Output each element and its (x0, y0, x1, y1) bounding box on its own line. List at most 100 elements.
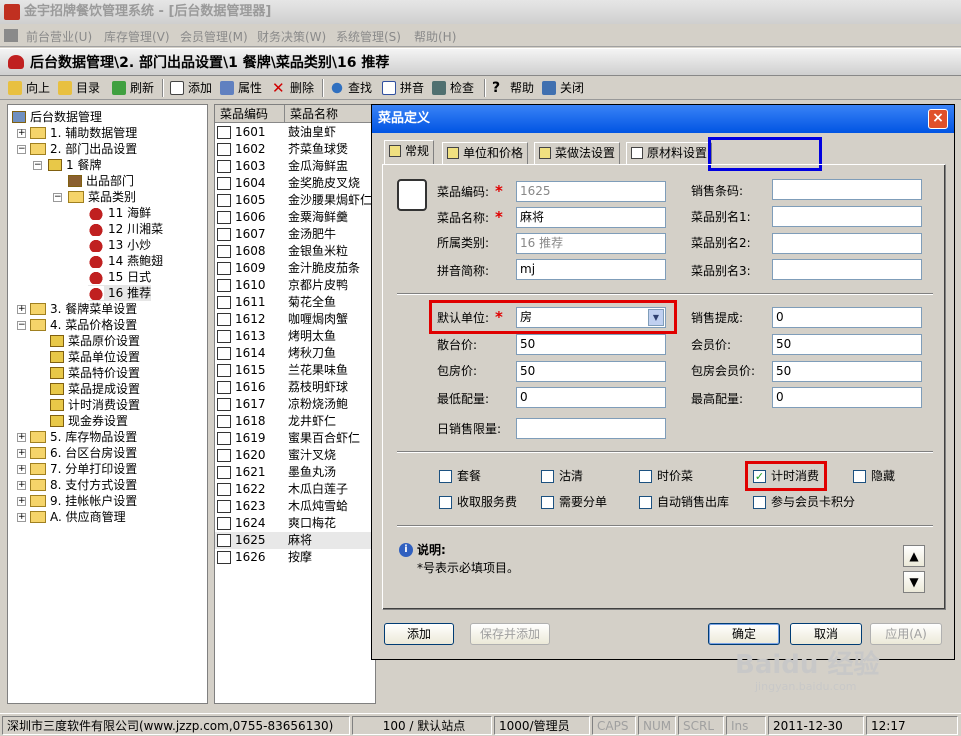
tree-item-commission[interactable]: 菜品提成设置 (50, 381, 140, 397)
list-item[interactable]: 1607 金汤肥牛 (215, 226, 375, 243)
tree-item-category-12[interactable]: 12 川湘菜 (88, 221, 163, 237)
tree-item-timed-consumption[interactable]: 计时消费设置 (50, 397, 140, 413)
list-item[interactable]: 1617 凉粉烧汤鲍 (215, 396, 375, 413)
tree-item-category-13[interactable]: 13 小炒 (88, 237, 151, 253)
list-item[interactable]: 1626 按摩 (215, 549, 375, 566)
expand-toggle[interactable]: + (17, 465, 26, 474)
tab-ingredients[interactable]: 原材料设置 (626, 142, 713, 164)
list-item[interactable]: 1620 蜜汁叉烧 (215, 447, 375, 464)
ok-button[interactable]: 确定 (708, 623, 780, 645)
list-item[interactable]: 1601 鼓油皇虾 (215, 124, 375, 141)
tab-general[interactable]: 常规 (384, 140, 435, 164)
collapse-toggle[interactable]: − (17, 321, 26, 330)
collapse-toggle[interactable]: − (33, 161, 42, 170)
list-item[interactable]: 1623 木瓜炖雪蛤 (215, 498, 375, 515)
commission-field[interactable]: 0 (772, 307, 922, 328)
apply-button[interactable]: 应用(A) (870, 623, 942, 645)
list-item[interactable]: 1619 蜜果百合虾仁 (215, 430, 375, 447)
menu-front-desk[interactable]: 前台营业(U) (26, 28, 92, 45)
code-field[interactable]: 1625 (516, 181, 666, 202)
auto-stock-out-checkbox[interactable]: 自动销售出库 (639, 495, 729, 511)
name-field[interactable]: 麻将 (516, 207, 666, 228)
daily-limit-field[interactable] (516, 418, 666, 439)
sold-out-checkbox[interactable]: 沽清 (541, 469, 583, 485)
menu-system[interactable]: 系统管理(S) (336, 28, 401, 45)
expand-toggle[interactable]: + (17, 305, 26, 314)
tree-item-stock[interactable]: 5. 库存物品设置 (30, 429, 137, 445)
list-item[interactable]: 1612 咖喱焗肉蟹 (215, 311, 375, 328)
find-button[interactable]: 查找 (328, 79, 372, 97)
list-item[interactable]: 1602 芥菜鱼球煲 (215, 141, 375, 158)
alias1-field[interactable] (772, 206, 922, 227)
list-item[interactable]: 1615 兰花果味鱼 (215, 362, 375, 379)
navigation-tree[interactable]: 后台数据管理 + 1. 辅助数据管理 − 2. 部门出品设置 − 1 餐牌 出品… (7, 104, 208, 704)
collapse-toggle[interactable]: − (53, 193, 62, 202)
tree-item-tables[interactable]: 6. 台区台房设置 (30, 445, 137, 461)
directory-button[interactable]: 目录 (56, 79, 100, 97)
member-points-checkbox[interactable]: 参与会员卡积分 (753, 495, 855, 511)
tree-item-menu-settings[interactable]: 3. 餐牌菜单设置 (30, 301, 137, 317)
expand-toggle[interactable]: + (17, 449, 26, 458)
market-price-checkbox[interactable]: 时价菜 (639, 469, 693, 485)
up-button[interactable]: 向上 (6, 79, 50, 97)
tree-item-dish-category[interactable]: 菜品类别 (68, 189, 136, 205)
list-item[interactable]: 1614 烤秋刀鱼 (215, 345, 375, 362)
list-item[interactable]: 1611 菊花全鱼 (215, 294, 375, 311)
expand-toggle[interactable]: + (17, 129, 26, 138)
service-charge-checkbox[interactable]: 收取服务费 (439, 495, 517, 511)
category-field[interactable]: 16 推荐 (516, 233, 666, 254)
tree-item-category-11[interactable]: 11 海鲜 (88, 205, 151, 221)
menu-finance[interactable]: 财务决策(W) (257, 28, 326, 45)
tree-item-department[interactable]: 2. 部门出品设置 (30, 141, 137, 157)
scroll-up-button[interactable]: ▲ (903, 545, 925, 567)
retail-price-field[interactable]: 50 (516, 334, 666, 355)
list-item[interactable]: 1609 金汁脆皮茄条 (215, 260, 375, 277)
expand-toggle[interactable]: + (17, 497, 26, 506)
list-item[interactable]: 1618 龙井虾仁 (215, 413, 375, 430)
alias3-field[interactable] (772, 259, 922, 280)
menu-membership[interactable]: 会员管理(M) (180, 28, 248, 45)
split-order-checkbox[interactable]: 需要分单 (541, 495, 607, 511)
tree-item-auxiliary[interactable]: 1. 辅助数据管理 (30, 125, 137, 141)
dish-list[interactable]: 菜品编码 菜品名称 1601 鼓油皇虾 1602 芥菜鱼球煲 1603 金瓜海鲜盅 1604… (214, 104, 376, 704)
member-price-field[interactable]: 50 (772, 334, 922, 355)
tab-unit-price[interactable]: 单位和价格 (442, 142, 529, 164)
list-item[interactable]: 1622 木瓜白莲子 (215, 481, 375, 498)
expand-toggle[interactable]: + (17, 513, 26, 522)
list-item[interactable]: 1604 金奖脆皮叉烧 (215, 175, 375, 192)
delete-button[interactable]: ✕ 删除 (270, 79, 314, 97)
menu-help[interactable]: 帮助(H) (414, 28, 456, 45)
min-qty-field[interactable]: 0 (516, 387, 666, 408)
list-item[interactable]: 1621 墨鱼丸汤 (215, 464, 375, 481)
refresh-button[interactable]: 刷新 (110, 79, 154, 97)
pinyin-button[interactable]: 拼音 (380, 79, 424, 97)
cancel-button[interactable]: 取消 (790, 623, 862, 645)
close-button[interactable]: 关闭 (540, 79, 584, 97)
timed-consumption-checkbox[interactable]: ✓ 计时消费 (753, 469, 819, 485)
list-item[interactable]: 1603 金瓜海鲜盅 (215, 158, 375, 175)
tree-item-output-dept[interactable]: 出品部门 (68, 173, 134, 189)
unit-select[interactable]: 房 ▼ (516, 307, 666, 328)
room-member-price-field[interactable]: 50 (772, 361, 922, 382)
list-item[interactable]: 1610 京都片皮鸭 (215, 277, 375, 294)
scroll-down-button[interactable]: ▼ (903, 571, 925, 593)
collapse-toggle[interactable]: − (17, 145, 26, 154)
list-item[interactable]: 1605 金沙腰果焗虾仁 (215, 192, 375, 209)
alias2-field[interactable] (772, 233, 922, 254)
tree-item-unit[interactable]: 菜品单位设置 (50, 349, 140, 365)
tree-item-accounts[interactable]: 9. 挂帐帐户设置 (30, 493, 137, 509)
save-and-add-button[interactable]: 保存并添加 (470, 623, 550, 645)
list-item[interactable]: 1613 烤明太鱼 (215, 328, 375, 345)
tree-item-price-settings[interactable]: 4. 菜品价格设置 (30, 317, 137, 333)
barcode-field[interactable] (772, 179, 922, 200)
chevron-down-icon[interactable]: ▼ (648, 309, 664, 326)
tree-item-print[interactable]: 7. 分单打印设置 (30, 461, 137, 477)
add-button[interactable]: 添加 (384, 623, 454, 645)
expand-toggle[interactable]: + (17, 433, 26, 442)
list-item[interactable]: 1608 金银鱼米粒 (215, 243, 375, 260)
hidden-checkbox[interactable]: 隐藏 (853, 469, 895, 485)
list-item[interactable]: 1606 金粟海鲜羹 (215, 209, 375, 226)
tree-item-category-15[interactable]: 15 日式 (88, 269, 151, 285)
help-button[interactable]: ? 帮助 (490, 79, 534, 97)
tree-item-special-price[interactable]: 菜品特价设置 (50, 365, 140, 381)
